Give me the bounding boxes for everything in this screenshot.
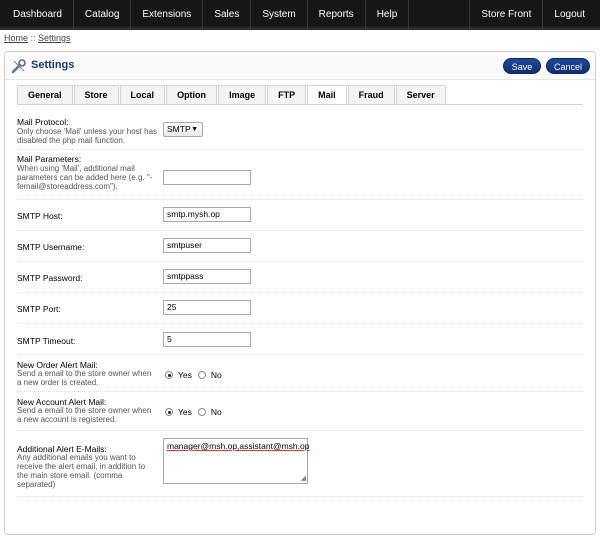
mail-protocol-value: SMTP bbox=[167, 124, 191, 134]
main-menu: Dashboard Catalog Extensions Sales Syste… bbox=[2, 0, 410, 30]
row-alert-emails: Additional Alert E-Mails: Any additional… bbox=[17, 431, 583, 497]
breadcrumb-settings[interactable]: Settings bbox=[38, 33, 71, 43]
smtp-username-label: SMTP Username: bbox=[17, 242, 85, 252]
nav-dashboard[interactable]: Dashboard bbox=[2, 0, 74, 30]
row-new-account-alert: New Account Alert Mail: Send a email to … bbox=[17, 392, 583, 431]
alert-emails-value: manager@msh.op,assistant@msh.op bbox=[167, 441, 310, 451]
breadcrumb-separator: :: bbox=[28, 33, 39, 43]
row-mail-protocol: Mail Protocol: Only choose 'Mail' unless… bbox=[17, 114, 583, 150]
alert-emails-textarea[interactable]: manager@msh.op,assistant@msh.op ◢ bbox=[163, 438, 310, 484]
row-smtp-password: SMTP Password: smtppass bbox=[17, 262, 583, 293]
tab-local[interactable]: Local bbox=[119, 85, 166, 104]
dropdown-arrow-icon: ▼ bbox=[191, 126, 198, 133]
smtp-username-field[interactable]: smtpuser bbox=[163, 238, 251, 253]
nav-logout[interactable]: Logout bbox=[542, 0, 596, 30]
breadcrumb-home[interactable]: Home bbox=[4, 33, 28, 43]
panel-heading: Settings Save Cancel bbox=[5, 52, 595, 80]
new-account-alert-yes-radio[interactable] bbox=[165, 408, 173, 416]
new-account-alert-help: Send a email to the store owner when a n… bbox=[17, 406, 152, 424]
save-button[interactable]: Save bbox=[503, 58, 541, 74]
row-mail-parameters: Mail Parameters: When using 'Mail', addi… bbox=[17, 150, 583, 200]
mail-protocol-label: Mail Protocol: bbox=[17, 117, 69, 127]
row-smtp-port: SMTP Port: 25 bbox=[17, 293, 583, 324]
new-order-alert-yes-label: Yes bbox=[178, 370, 192, 380]
tab-mail[interactable]: Mail bbox=[307, 85, 347, 105]
row-smtp-username: SMTP Username: smtpuser bbox=[17, 231, 583, 262]
smtp-host-label: SMTP Host: bbox=[17, 211, 63, 221]
new-order-alert-yes-radio[interactable] bbox=[165, 371, 173, 379]
row-smtp-host: SMTP Host: smtp.mysh.op bbox=[17, 200, 583, 231]
alert-emails-help: Any additional emails you want to receiv… bbox=[17, 453, 146, 489]
mail-parameters-label: Mail Parameters: bbox=[17, 154, 82, 164]
top-nav-bar: Dashboard Catalog Extensions Sales Syste… bbox=[0, 0, 600, 30]
tab-store[interactable]: Store bbox=[73, 85, 119, 104]
new-account-alert-no-radio[interactable] bbox=[197, 408, 206, 416]
smtp-timeout-label: SMTP Timeout: bbox=[17, 336, 76, 346]
settings-tabs: General Store Local Option Image FTP Mai… bbox=[17, 85, 447, 105]
nav-help[interactable]: Help bbox=[366, 0, 410, 30]
settings-panel: Settings Save Cancel General Store Local… bbox=[4, 51, 596, 535]
new-account-alert-no-label: No bbox=[210, 407, 222, 417]
new-account-alert-yes-label: Yes bbox=[178, 407, 192, 417]
tab-ftp[interactable]: FTP bbox=[267, 85, 307, 104]
smtp-password-label: SMTP Password: bbox=[17, 273, 83, 283]
smtp-port-label: SMTP Port: bbox=[17, 304, 61, 314]
tab-general[interactable]: General bbox=[17, 85, 73, 104]
mail-parameters-field[interactable] bbox=[163, 170, 251, 185]
new-order-alert-help: Send a email to the store owner when a n… bbox=[17, 369, 152, 387]
page-title: Settings bbox=[31, 59, 75, 71]
nav-store-front[interactable]: Store Front bbox=[469, 0, 542, 30]
settings-wrench-icon bbox=[11, 59, 26, 74]
smtp-timeout-field[interactable]: 5 bbox=[163, 332, 251, 347]
row-new-order-alert: New Order Alert Mail: Send a email to th… bbox=[17, 355, 583, 392]
smtp-port-field[interactable]: 25 bbox=[163, 300, 251, 315]
tab-image[interactable]: Image bbox=[218, 85, 267, 104]
nav-catalog[interactable]: Catalog bbox=[74, 0, 132, 30]
mail-parameters-help: When using 'Mail', additional mail param… bbox=[17, 164, 153, 191]
user-menu: Store Front Logout bbox=[469, 0, 596, 30]
smtp-password-field[interactable]: smtppass bbox=[163, 269, 251, 284]
cancel-button[interactable]: Cancel bbox=[546, 58, 590, 74]
tab-option[interactable]: Option bbox=[166, 85, 218, 104]
nav-system[interactable]: System bbox=[251, 0, 308, 30]
tab-fraud[interactable]: Fraud bbox=[347, 85, 395, 104]
row-smtp-timeout: SMTP Timeout: 5 bbox=[17, 324, 583, 355]
nav-extensions[interactable]: Extensions bbox=[131, 0, 204, 30]
smtp-host-field[interactable]: smtp.mysh.op bbox=[163, 207, 251, 222]
mail-protocol-select[interactable]: SMTP ▼ bbox=[163, 122, 203, 137]
new-order-alert-no-label: No bbox=[210, 370, 222, 380]
nav-sales[interactable]: Sales bbox=[203, 0, 252, 30]
nav-reports[interactable]: Reports bbox=[308, 0, 366, 30]
breadcrumb: Home :: Settings bbox=[4, 33, 71, 43]
mail-protocol-help: Only choose 'Mail' unless your host has … bbox=[17, 127, 158, 145]
new-order-alert-no-radio[interactable] bbox=[197, 371, 206, 379]
tab-divider bbox=[17, 104, 583, 105]
resize-grip-icon[interactable]: ◢ bbox=[301, 474, 306, 482]
tab-server[interactable]: Server bbox=[395, 85, 446, 104]
new-order-alert-options: Yes No bbox=[165, 369, 228, 381]
new-account-alert-options: Yes No bbox=[165, 406, 228, 418]
